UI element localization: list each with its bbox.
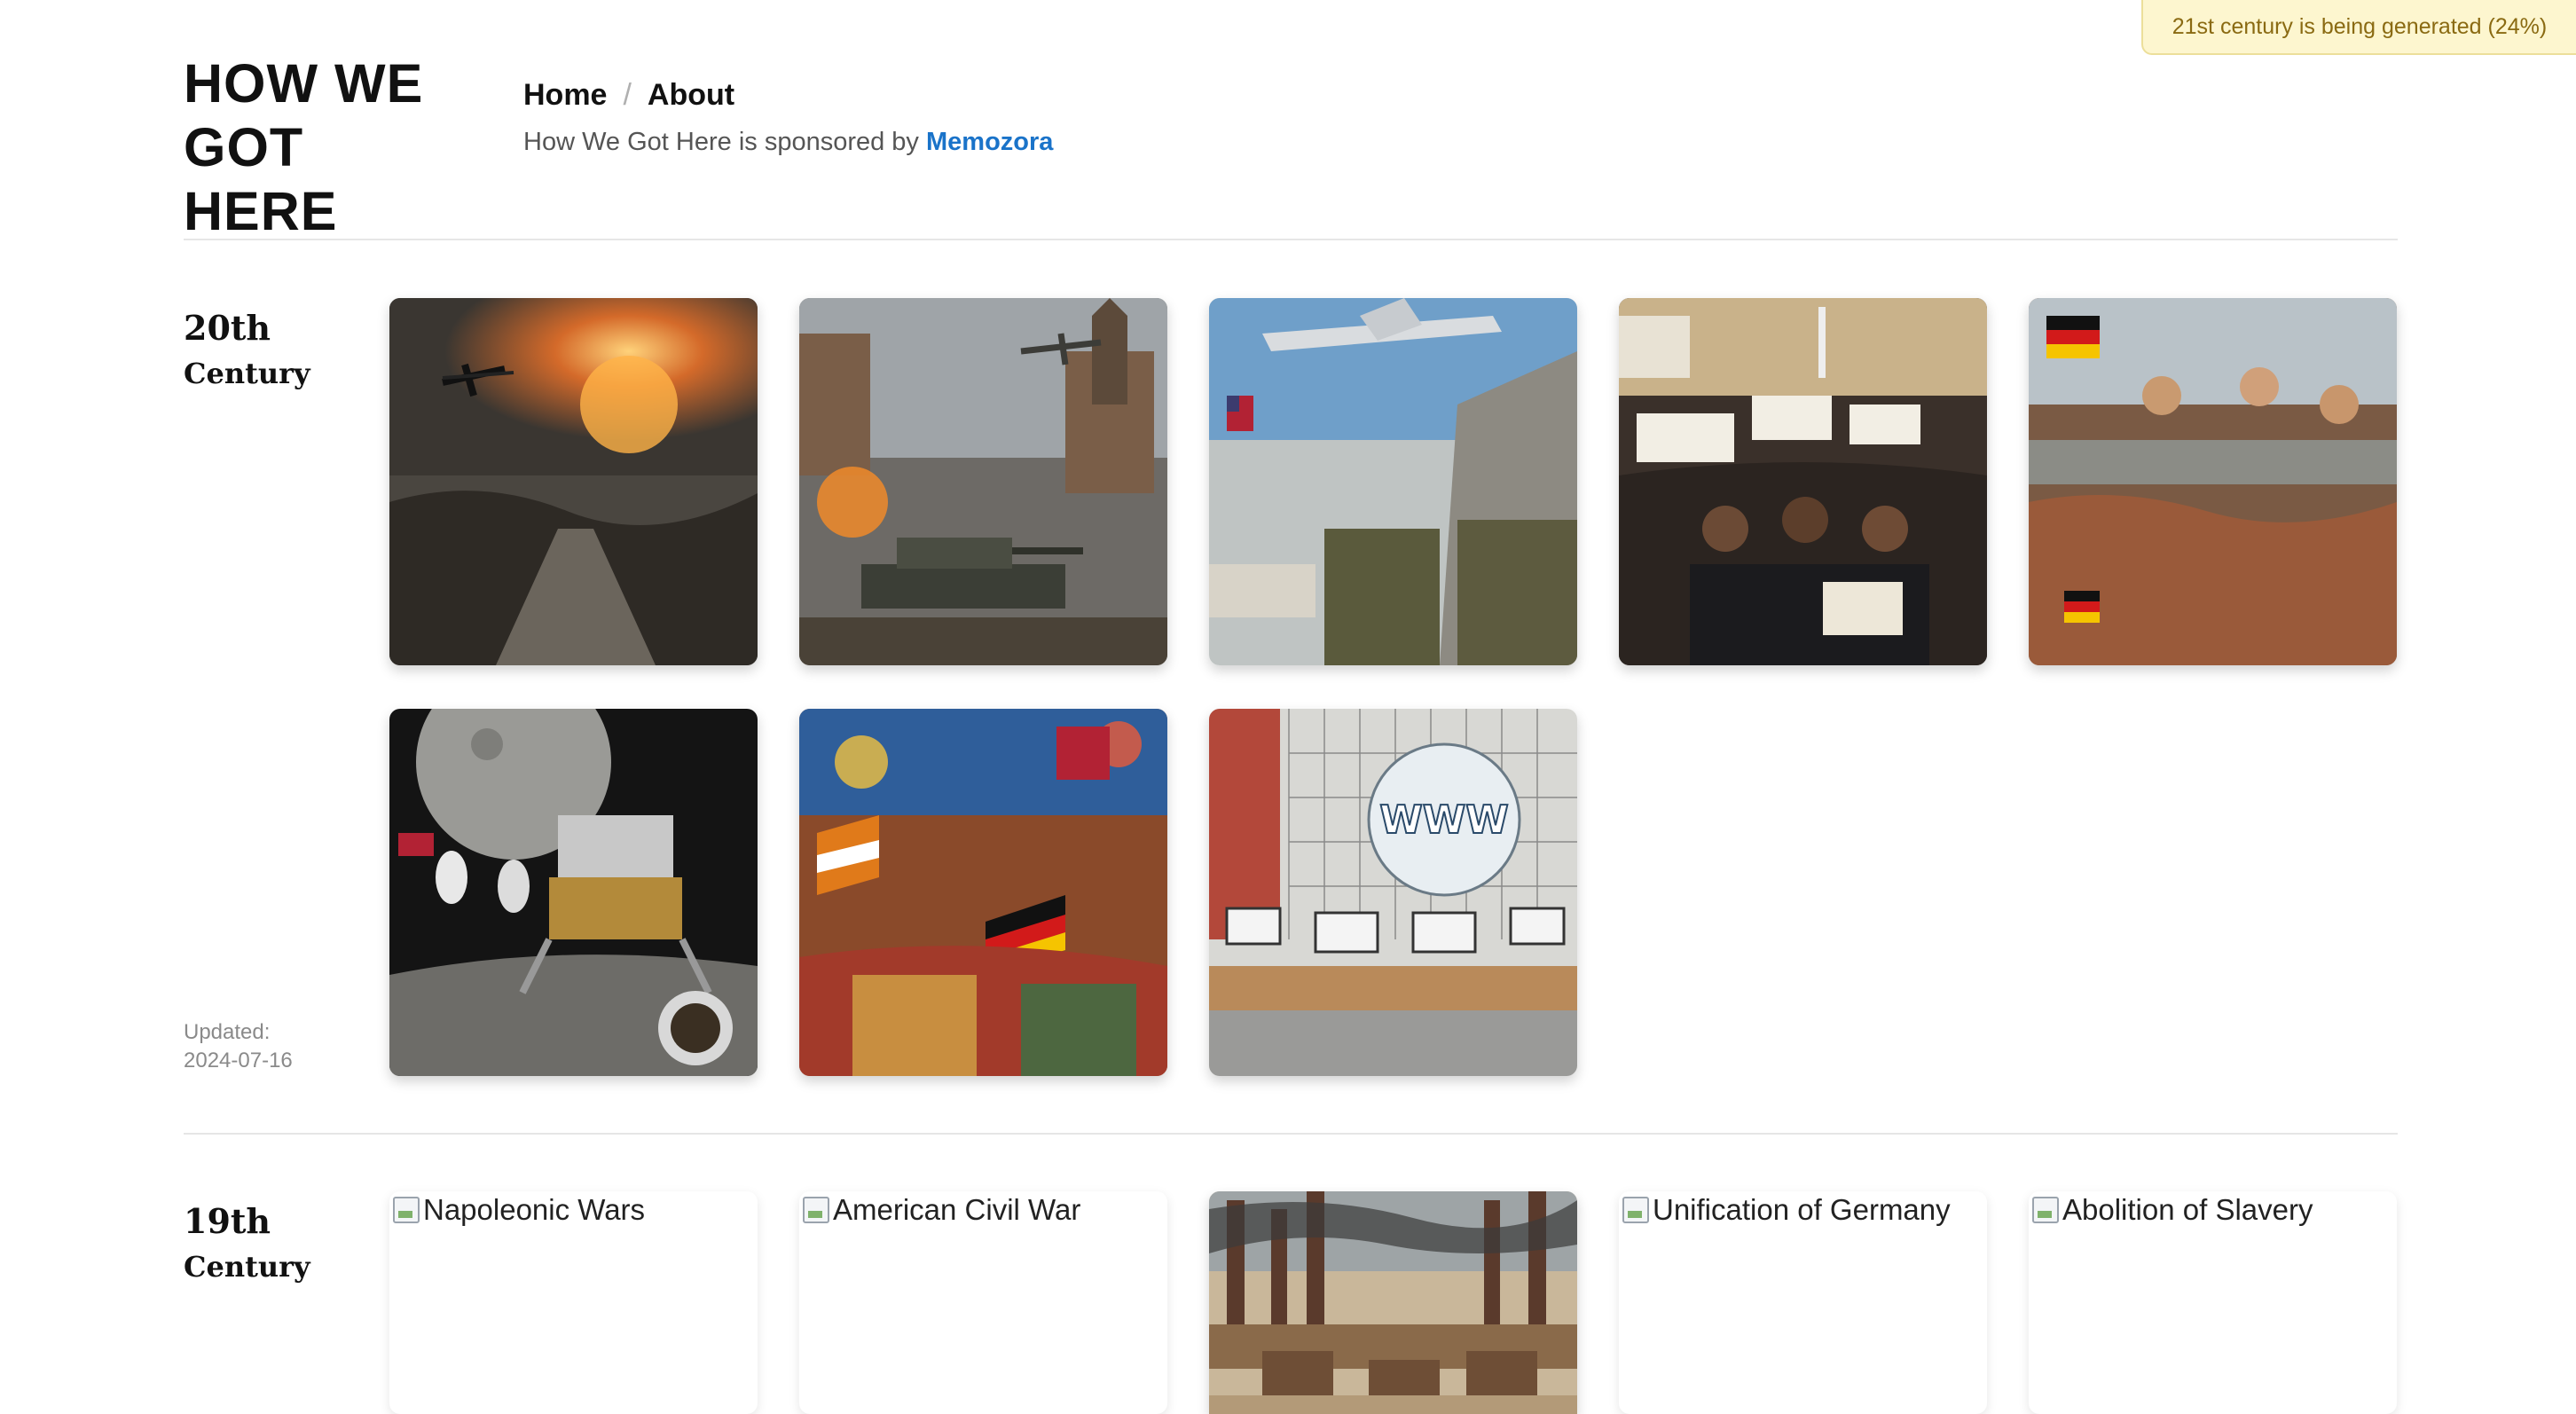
event-card[interactable]: American Civil War (799, 1191, 1167, 1414)
tanks-fighter-planes-city-image (799, 298, 1167, 665)
event-name: Abolition of Slavery (2062, 1193, 2313, 1226)
nav-home-link[interactable]: Home (523, 78, 607, 113)
broken-image-icon (2032, 1197, 2059, 1223)
century-heading-20th: 20th Century (184, 306, 310, 397)
century-heading-19th: 19th Century (184, 1199, 310, 1290)
event-card[interactable] (389, 709, 758, 1076)
event-card[interactable]: Unification of Germany (1619, 1191, 1987, 1414)
nav-separator: / (623, 78, 632, 112)
century-divider (184, 1133, 2398, 1135)
broken-image-alt-text: Abolition of Slavery (2032, 1193, 2313, 1227)
biplanes-trenches-battle-image (389, 298, 758, 665)
sponsor-text: How We Got Here is sponsored by (523, 128, 919, 156)
logo-line-1: HOW WE (184, 53, 424, 114)
event-name: American Civil War (833, 1193, 1081, 1226)
event-card[interactable] (799, 709, 1167, 1076)
century-number: 19th (184, 1201, 271, 1241)
sponsor-link[interactable]: Memozora (926, 128, 1053, 156)
updated-info: Updated: 2024-07-16 (184, 1018, 293, 1075)
logo-line-2: GOT HERE (184, 117, 338, 241)
event-name: Napoleonic Wars (423, 1193, 646, 1226)
www-globe-computers-image: WWW (1209, 709, 1577, 1076)
event-name: Unification of Germany (1653, 1193, 1951, 1226)
event-card[interactable] (2029, 298, 2397, 665)
event-card[interactable] (1209, 1191, 1577, 1414)
event-card[interactable]: WWW (1209, 709, 1577, 1076)
flags-celebration-crowd-image (799, 709, 1167, 1076)
event-card[interactable] (1209, 298, 1577, 665)
broken-image-alt-text: Napoleonic Wars (393, 1193, 645, 1227)
berlin-wall-soldiers-airlift-image (1209, 298, 1577, 665)
site-logo[interactable]: HOW WE GOT HERE (184, 51, 467, 243)
equal-rights-march-image (1619, 298, 1987, 665)
broken-image-alt-text: American Civil War (803, 1193, 1080, 1227)
astronauts-lunar-module-image (389, 709, 758, 1076)
main-nav: Home / About (523, 78, 734, 113)
updated-label: Updated: (184, 1020, 271, 1044)
event-card[interactable] (1619, 298, 1987, 665)
factories-smokestacks-image (1209, 1191, 1577, 1414)
updated-date: 2024-07-16 (184, 1049, 293, 1072)
sponsor-line: How We Got Here is sponsored by Memozora (523, 128, 1053, 157)
broken-image-icon (803, 1197, 829, 1223)
event-card[interactable] (799, 298, 1167, 665)
broken-image-alt-text: Unification of Germany (1622, 1193, 1951, 1227)
century-word: Century (184, 357, 310, 390)
century-word: Century (184, 1250, 310, 1284)
century-number: 20th (184, 308, 271, 348)
event-card[interactable]: Napoleonic Wars (389, 1191, 758, 1414)
crowd-on-berlin-wall-image (2029, 298, 2397, 665)
event-card[interactable] (389, 298, 758, 665)
svg-text:WWW: WWW (1379, 797, 1509, 843)
nav-about-link[interactable]: About (648, 78, 734, 113)
header-divider (184, 239, 2398, 240)
broken-image-icon (393, 1197, 420, 1223)
generation-status-toast: 21st century is being generated (24%) (2141, 0, 2576, 55)
broken-image-icon (1622, 1197, 1649, 1223)
event-card[interactable]: Abolition of Slavery (2029, 1191, 2397, 1414)
